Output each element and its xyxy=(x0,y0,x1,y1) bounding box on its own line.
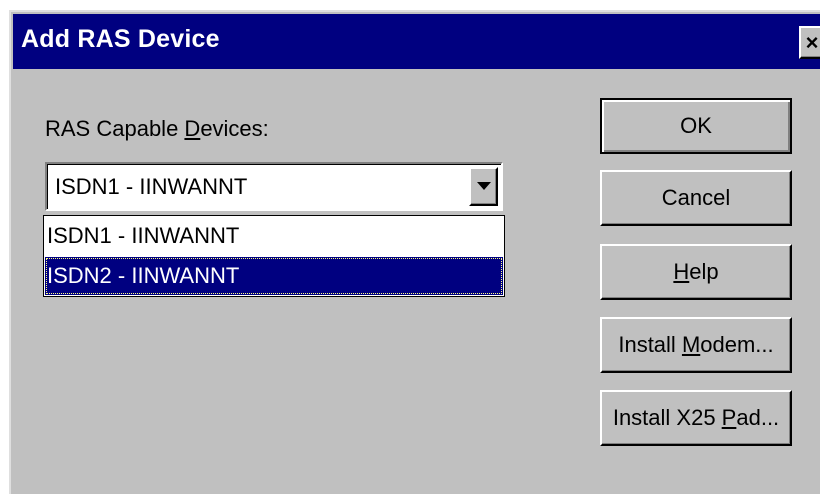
install-x25-pad-button-label: Install X25 Pad... xyxy=(613,405,779,431)
ras-devices-label-accelerator: D xyxy=(184,116,201,141)
dropdown-button[interactable] xyxy=(469,167,498,206)
cancel-button-label: Cancel xyxy=(661,185,731,210)
help-button[interactable]: Help xyxy=(600,244,792,300)
install-modem-button-label: Install Modem... xyxy=(618,332,773,358)
label-part: odem... xyxy=(700,332,774,357)
ok-button[interactable]: OK xyxy=(600,98,792,154)
title-bar[interactable]: Add RAS Device × xyxy=(13,14,820,69)
label-part: elp xyxy=(689,259,719,284)
ras-devices-dropdown-list: ISDN1 - IINWANNT ISDN2 - IINWANNT xyxy=(43,215,505,297)
add-ras-device-dialog: Add RAS Device × RAS Capable Devices: IS… xyxy=(9,10,820,494)
close-icon: × xyxy=(805,29,819,55)
install-x25-pad-button[interactable]: Install X25 Pad... xyxy=(600,390,792,446)
label-accelerator: P xyxy=(721,405,737,430)
ras-devices-label: RAS Capable Devices: xyxy=(45,116,269,142)
install-modem-button[interactable]: Install Modem... xyxy=(600,317,792,373)
label-part: ad... xyxy=(736,405,780,430)
ras-devices-label-part: RAS Capable xyxy=(45,116,185,141)
label-accelerator: H xyxy=(673,259,690,284)
ras-devices-label-part: evices: xyxy=(200,116,269,141)
chevron-down-icon xyxy=(476,182,491,190)
label-part: Install X25 xyxy=(612,405,722,430)
ras-devices-combobox[interactable]: ISDN1 - IINWANNT xyxy=(45,162,503,211)
list-item[interactable]: ISDN1 - IINWANNT xyxy=(45,217,503,255)
window-title: Add RAS Device xyxy=(21,25,220,53)
label-accelerator: M xyxy=(681,332,701,357)
list-item-selected[interactable]: ISDN2 - IINWANNT xyxy=(45,257,503,295)
ok-button-label: OK xyxy=(680,113,712,138)
close-button[interactable]: × xyxy=(799,26,820,59)
help-button-label: Help xyxy=(673,259,718,285)
cancel-button[interactable]: Cancel xyxy=(600,170,792,226)
combobox-selected-value: ISDN1 - IINWANNT xyxy=(55,174,248,199)
label-part: Install xyxy=(618,332,682,357)
